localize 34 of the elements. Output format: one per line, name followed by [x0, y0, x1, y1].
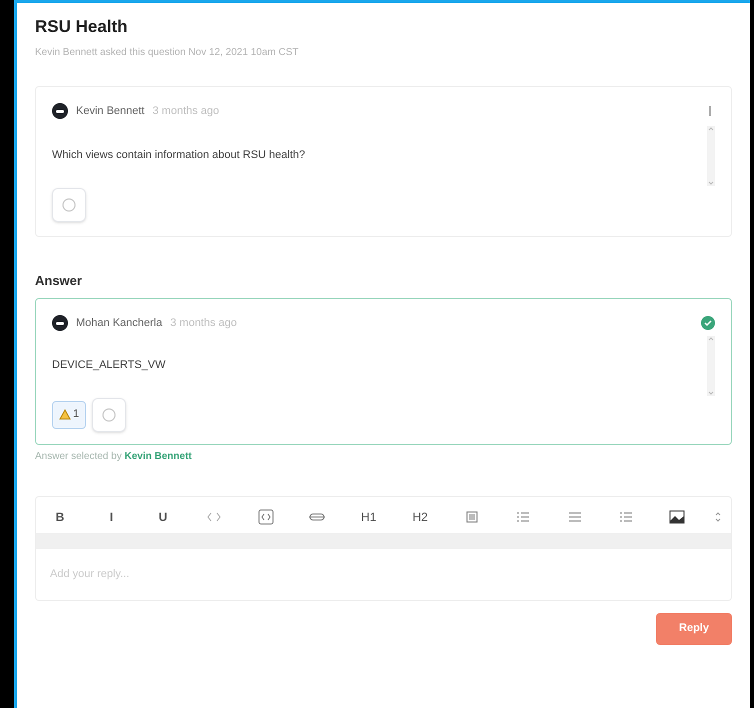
- reaction-button[interactable]: 1: [52, 400, 86, 428]
- format-button[interactable]: H1: [354, 504, 383, 528]
- post-time: 3 months ago: [170, 316, 237, 331]
- warning-icon: [59, 409, 71, 420]
- scrollbar[interactable]: [707, 126, 715, 186]
- list-icon: [618, 510, 633, 522]
- scroll-up-icon[interactable]: [708, 336, 714, 342]
- format-button[interactable]: U: [148, 504, 177, 528]
- format-button[interactable]: H2: [406, 504, 434, 528]
- scroll-arrows-icon: [714, 510, 721, 522]
- scrollbar[interactable]: [707, 336, 715, 396]
- selection-note: Answer selected by Kevin Bennett: [35, 450, 193, 464]
- format-button[interactable]: I: [97, 504, 126, 528]
- post-time: 3 months ago: [152, 104, 220, 119]
- list-icon: [568, 510, 582, 522]
- author-name: Kevin Bennett: [76, 104, 144, 119]
- add-reaction-button[interactable]: [52, 188, 86, 222]
- scroll-up-icon[interactable]: [708, 126, 714, 132]
- question-text: Which views contain information about RSU health?: [52, 148, 306, 164]
- list-icon: [516, 510, 530, 522]
- author-name: Mohan Kancherla: [76, 316, 162, 331]
- question-title: RSU Health: [35, 16, 129, 38]
- image-icon: [669, 510, 686, 524]
- question-meta: Kevin Bennett asked this question Nov 12, 2021 10am CST: [35, 46, 300, 60]
- block-icon: [466, 510, 478, 522]
- scroll-down-icon[interactable]: [708, 180, 714, 186]
- format-button[interactable]: B: [46, 504, 74, 528]
- answer-heading: Answer: [35, 272, 83, 290]
- strikethrough-icon: [309, 512, 326, 520]
- answer-text: DEVICE_ALERTS_VW: [52, 358, 167, 374]
- code-icon: [207, 512, 222, 522]
- code-block-icon: [258, 508, 274, 524]
- scroll-down-icon[interactable]: [708, 390, 714, 396]
- add-reaction-button[interactable]: [92, 398, 126, 432]
